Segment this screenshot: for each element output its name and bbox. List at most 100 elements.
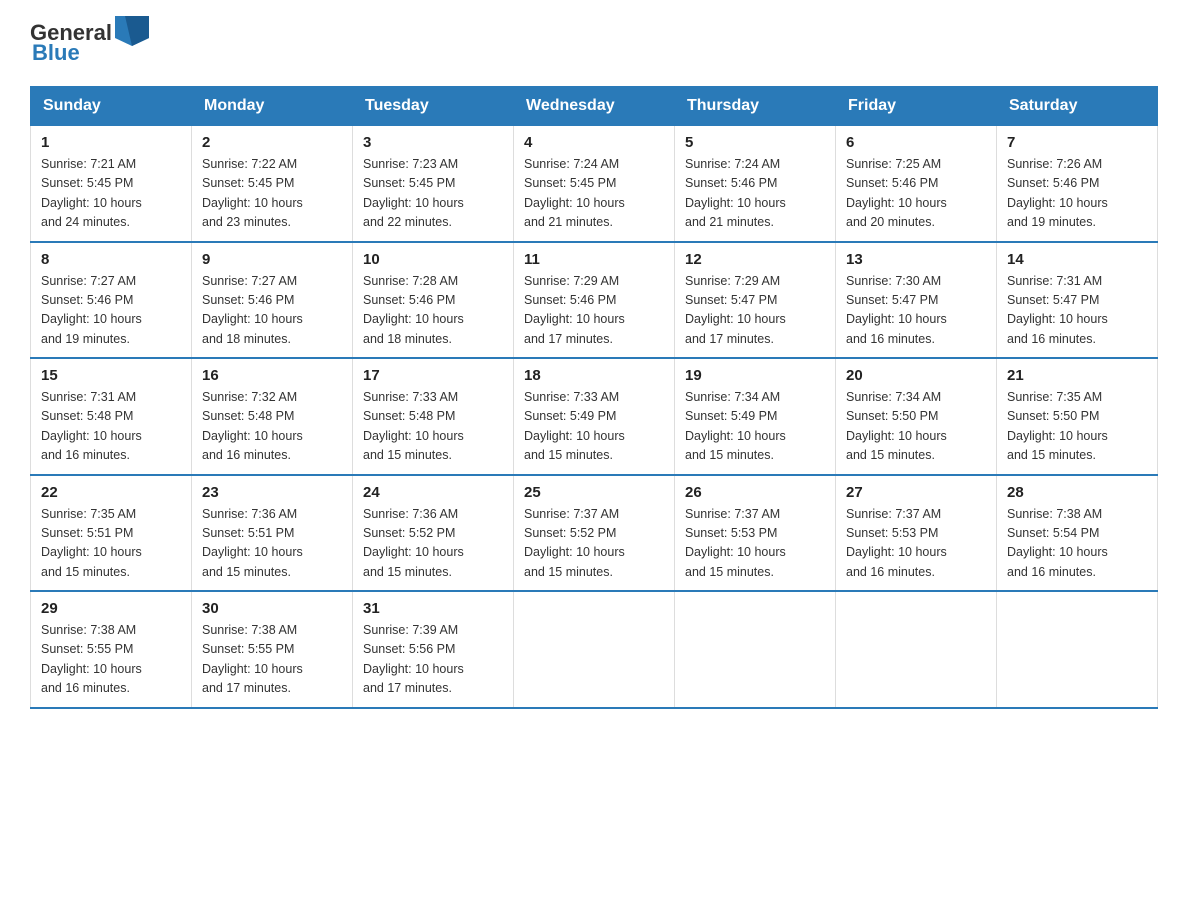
day-number: 20: [846, 367, 986, 384]
day-number: 8: [41, 251, 181, 268]
day-info: Sunrise: 7:37 AM Sunset: 5:53 PM Dayligh…: [685, 505, 825, 583]
day-info: Sunrise: 7:22 AM Sunset: 5:45 PM Dayligh…: [202, 155, 342, 233]
day-info: Sunrise: 7:34 AM Sunset: 5:49 PM Dayligh…: [685, 388, 825, 466]
day-info: Sunrise: 7:34 AM Sunset: 5:50 PM Dayligh…: [846, 388, 986, 466]
weekday-header-sunday: Sunday: [31, 87, 192, 126]
calendar-cell: [514, 591, 675, 708]
day-info: Sunrise: 7:25 AM Sunset: 5:46 PM Dayligh…: [846, 155, 986, 233]
weekday-header-wednesday: Wednesday: [514, 87, 675, 126]
calendar-cell: 25 Sunrise: 7:37 AM Sunset: 5:52 PM Dayl…: [514, 475, 675, 592]
calendar-week-row: 22 Sunrise: 7:35 AM Sunset: 5:51 PM Dayl…: [31, 475, 1158, 592]
page-header: General Blue: [30, 20, 1158, 66]
calendar-cell: 7 Sunrise: 7:26 AM Sunset: 5:46 PM Dayli…: [997, 126, 1158, 242]
day-info: Sunrise: 7:37 AM Sunset: 5:52 PM Dayligh…: [524, 505, 664, 583]
calendar-week-row: 8 Sunrise: 7:27 AM Sunset: 5:46 PM Dayli…: [31, 242, 1158, 359]
day-number: 29: [41, 600, 181, 617]
day-info: Sunrise: 7:27 AM Sunset: 5:46 PM Dayligh…: [202, 272, 342, 350]
day-number: 9: [202, 251, 342, 268]
day-number: 18: [524, 367, 664, 384]
day-number: 25: [524, 484, 664, 501]
day-number: 5: [685, 134, 825, 151]
day-info: Sunrise: 7:35 AM Sunset: 5:51 PM Dayligh…: [41, 505, 181, 583]
weekday-header-monday: Monday: [192, 87, 353, 126]
calendar-cell: 17 Sunrise: 7:33 AM Sunset: 5:48 PM Dayl…: [353, 358, 514, 475]
day-info: Sunrise: 7:29 AM Sunset: 5:46 PM Dayligh…: [524, 272, 664, 350]
calendar-week-row: 29 Sunrise: 7:38 AM Sunset: 5:55 PM Dayl…: [31, 591, 1158, 708]
day-number: 15: [41, 367, 181, 384]
day-number: 7: [1007, 134, 1147, 151]
logo-blue-text: Blue: [32, 40, 80, 66]
day-info: Sunrise: 7:38 AM Sunset: 5:55 PM Dayligh…: [41, 621, 181, 699]
day-info: Sunrise: 7:27 AM Sunset: 5:46 PM Dayligh…: [41, 272, 181, 350]
day-info: Sunrise: 7:36 AM Sunset: 5:51 PM Dayligh…: [202, 505, 342, 583]
weekday-header-tuesday: Tuesday: [353, 87, 514, 126]
day-number: 2: [202, 134, 342, 151]
calendar-cell: [997, 591, 1158, 708]
logo: General Blue: [30, 20, 149, 66]
calendar-cell: 22 Sunrise: 7:35 AM Sunset: 5:51 PM Dayl…: [31, 475, 192, 592]
day-info: Sunrise: 7:39 AM Sunset: 5:56 PM Dayligh…: [363, 621, 503, 699]
day-info: Sunrise: 7:31 AM Sunset: 5:48 PM Dayligh…: [41, 388, 181, 466]
calendar-cell: 24 Sunrise: 7:36 AM Sunset: 5:52 PM Dayl…: [353, 475, 514, 592]
day-info: Sunrise: 7:31 AM Sunset: 5:47 PM Dayligh…: [1007, 272, 1147, 350]
day-info: Sunrise: 7:24 AM Sunset: 5:45 PM Dayligh…: [524, 155, 664, 233]
day-number: 17: [363, 367, 503, 384]
calendar-cell: 16 Sunrise: 7:32 AM Sunset: 5:48 PM Dayl…: [192, 358, 353, 475]
day-info: Sunrise: 7:24 AM Sunset: 5:46 PM Dayligh…: [685, 155, 825, 233]
day-number: 3: [363, 134, 503, 151]
calendar-cell: [836, 591, 997, 708]
calendar-cell: 14 Sunrise: 7:31 AM Sunset: 5:47 PM Dayl…: [997, 242, 1158, 359]
calendar-cell: 10 Sunrise: 7:28 AM Sunset: 5:46 PM Dayl…: [353, 242, 514, 359]
calendar-cell: 28 Sunrise: 7:38 AM Sunset: 5:54 PM Dayl…: [997, 475, 1158, 592]
day-number: 26: [685, 484, 825, 501]
day-number: 4: [524, 134, 664, 151]
calendar-cell: 13 Sunrise: 7:30 AM Sunset: 5:47 PM Dayl…: [836, 242, 997, 359]
day-info: Sunrise: 7:35 AM Sunset: 5:50 PM Dayligh…: [1007, 388, 1147, 466]
day-number: 23: [202, 484, 342, 501]
day-number: 28: [1007, 484, 1147, 501]
day-number: 31: [363, 600, 503, 617]
day-number: 27: [846, 484, 986, 501]
calendar-cell: 31 Sunrise: 7:39 AM Sunset: 5:56 PM Dayl…: [353, 591, 514, 708]
day-number: 13: [846, 251, 986, 268]
calendar-cell: 18 Sunrise: 7:33 AM Sunset: 5:49 PM Dayl…: [514, 358, 675, 475]
calendar-cell: 4 Sunrise: 7:24 AM Sunset: 5:45 PM Dayli…: [514, 126, 675, 242]
calendar-cell: 9 Sunrise: 7:27 AM Sunset: 5:46 PM Dayli…: [192, 242, 353, 359]
general-blue-logo-icon: [115, 16, 149, 46]
calendar-cell: 29 Sunrise: 7:38 AM Sunset: 5:55 PM Dayl…: [31, 591, 192, 708]
calendar-cell: 12 Sunrise: 7:29 AM Sunset: 5:47 PM Dayl…: [675, 242, 836, 359]
day-number: 11: [524, 251, 664, 268]
calendar-cell: 23 Sunrise: 7:36 AM Sunset: 5:51 PM Dayl…: [192, 475, 353, 592]
day-info: Sunrise: 7:29 AM Sunset: 5:47 PM Dayligh…: [685, 272, 825, 350]
day-number: 6: [846, 134, 986, 151]
calendar-week-row: 1 Sunrise: 7:21 AM Sunset: 5:45 PM Dayli…: [31, 126, 1158, 242]
calendar-cell: 1 Sunrise: 7:21 AM Sunset: 5:45 PM Dayli…: [31, 126, 192, 242]
calendar-cell: 30 Sunrise: 7:38 AM Sunset: 5:55 PM Dayl…: [192, 591, 353, 708]
calendar-cell: 27 Sunrise: 7:37 AM Sunset: 5:53 PM Dayl…: [836, 475, 997, 592]
day-info: Sunrise: 7:30 AM Sunset: 5:47 PM Dayligh…: [846, 272, 986, 350]
weekday-header-thursday: Thursday: [675, 87, 836, 126]
weekday-header-saturday: Saturday: [997, 87, 1158, 126]
calendar-cell: 15 Sunrise: 7:31 AM Sunset: 5:48 PM Dayl…: [31, 358, 192, 475]
day-number: 22: [41, 484, 181, 501]
day-number: 14: [1007, 251, 1147, 268]
day-info: Sunrise: 7:37 AM Sunset: 5:53 PM Dayligh…: [846, 505, 986, 583]
day-number: 1: [41, 134, 181, 151]
weekday-header-friday: Friday: [836, 87, 997, 126]
day-info: Sunrise: 7:26 AM Sunset: 5:46 PM Dayligh…: [1007, 155, 1147, 233]
day-info: Sunrise: 7:33 AM Sunset: 5:49 PM Dayligh…: [524, 388, 664, 466]
calendar-cell: [675, 591, 836, 708]
day-number: 30: [202, 600, 342, 617]
day-info: Sunrise: 7:21 AM Sunset: 5:45 PM Dayligh…: [41, 155, 181, 233]
day-info: Sunrise: 7:28 AM Sunset: 5:46 PM Dayligh…: [363, 272, 503, 350]
calendar-cell: 2 Sunrise: 7:22 AM Sunset: 5:45 PM Dayli…: [192, 126, 353, 242]
calendar-cell: 8 Sunrise: 7:27 AM Sunset: 5:46 PM Dayli…: [31, 242, 192, 359]
calendar-cell: 6 Sunrise: 7:25 AM Sunset: 5:46 PM Dayli…: [836, 126, 997, 242]
calendar-table: SundayMondayTuesdayWednesdayThursdayFrid…: [30, 86, 1158, 709]
day-number: 10: [363, 251, 503, 268]
day-info: Sunrise: 7:38 AM Sunset: 5:54 PM Dayligh…: [1007, 505, 1147, 583]
calendar-cell: 19 Sunrise: 7:34 AM Sunset: 5:49 PM Dayl…: [675, 358, 836, 475]
weekday-header-row: SundayMondayTuesdayWednesdayThursdayFrid…: [31, 87, 1158, 126]
day-info: Sunrise: 7:38 AM Sunset: 5:55 PM Dayligh…: [202, 621, 342, 699]
day-info: Sunrise: 7:36 AM Sunset: 5:52 PM Dayligh…: [363, 505, 503, 583]
